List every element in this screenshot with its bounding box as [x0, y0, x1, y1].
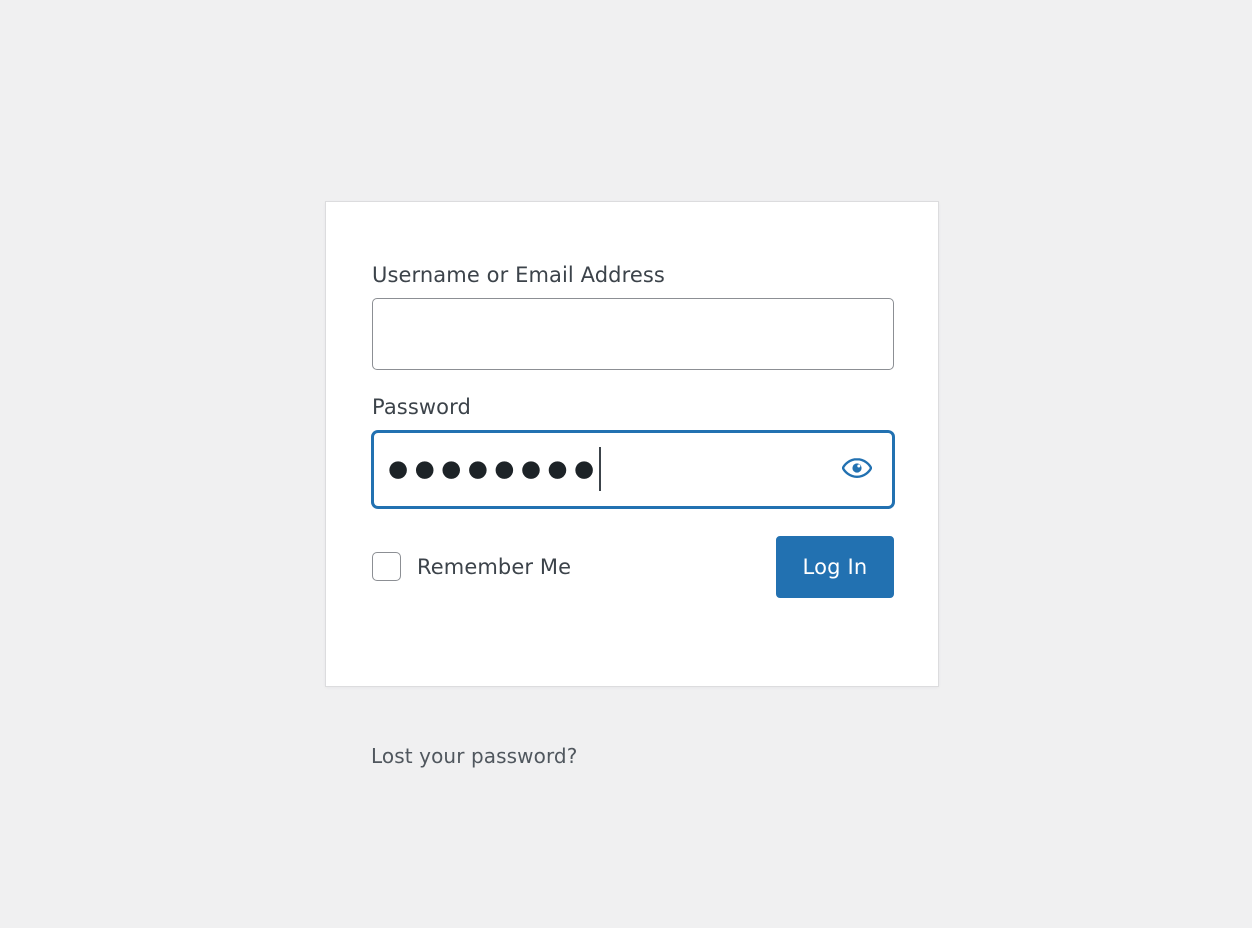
eye-icon — [841, 457, 873, 482]
login-screen: Username or Email Address Password ●●●●●… — [0, 0, 1252, 928]
lost-password-link[interactable]: Lost your password? — [371, 744, 577, 768]
password-masked-value[interactable]: ●●●●●●●● — [374, 447, 830, 492]
nav-links: Lost your password? — [371, 744, 577, 768]
username-input[interactable] — [372, 298, 894, 371]
password-label: Password — [372, 395, 471, 420]
remember-me-group: Remember Me — [372, 552, 571, 582]
password-input[interactable]: ●●●●●●●● — [372, 430, 894, 508]
username-label: Username or Email Address — [372, 263, 665, 287]
remember-me-label[interactable]: Remember Me — [417, 555, 571, 579]
password-dots: ●●●●●●●● — [388, 456, 601, 483]
password-field-group: Password ●●●●●●●● — [372, 392, 894, 508]
remember-me-checkbox[interactable] — [372, 552, 401, 582]
login-form: Username or Email Address Password ●●●●●… — [372, 260, 894, 598]
login-button[interactable]: Log In — [776, 535, 894, 598]
text-caret — [598, 447, 601, 492]
toggle-password-visibility-button[interactable] — [830, 442, 884, 496]
submit-row: Remember Me Log In — [372, 535, 894, 598]
login-card: Username or Email Address Password ●●●●●… — [325, 201, 939, 687]
username-field-group: Username or Email Address — [372, 260, 894, 371]
